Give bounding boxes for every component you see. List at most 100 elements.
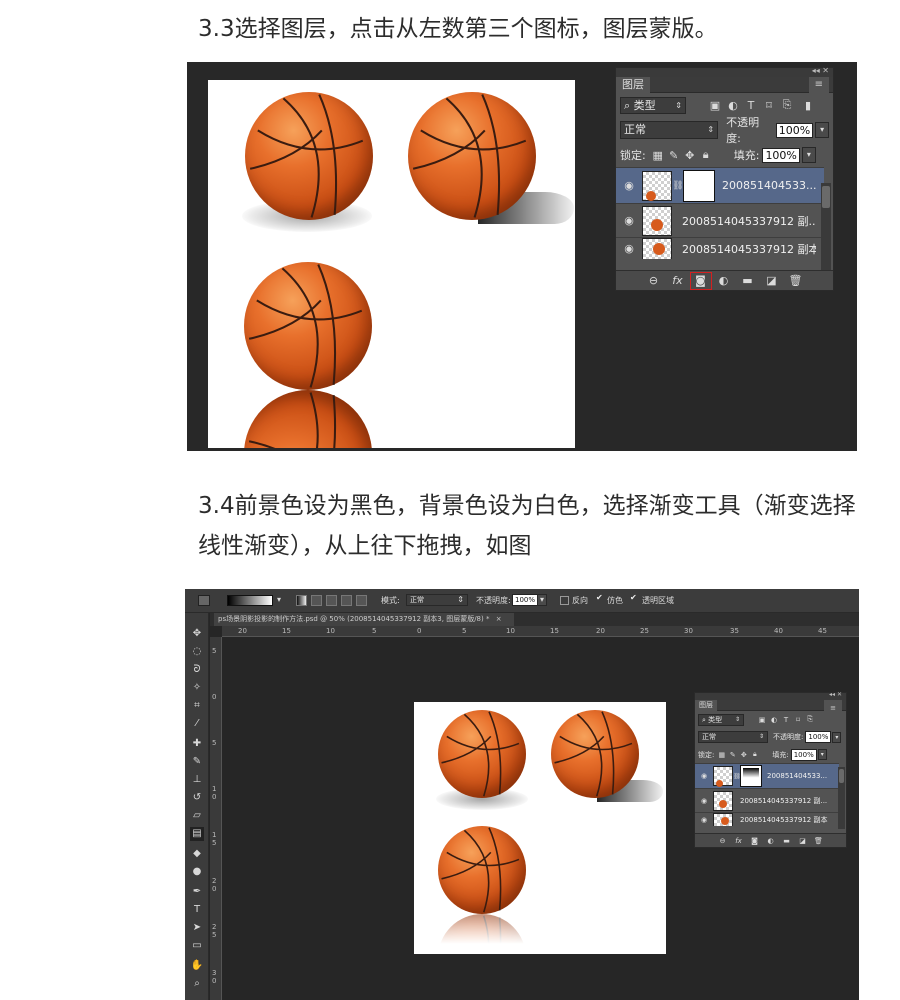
opacity-dropdown-icon[interactable]: ▾ bbox=[832, 731, 842, 743]
type-filter-icon[interactable]: T bbox=[742, 99, 760, 112]
adjustment-layer-icon[interactable]: ◐ bbox=[763, 837, 779, 845]
blend-mode-select[interactable]: 正常 ⇕ bbox=[698, 731, 768, 743]
eyedropper-tool-icon[interactable]: ⁄ bbox=[190, 717, 204, 731]
lasso-tool-icon[interactable]: ᘐ bbox=[190, 663, 204, 677]
new-group-icon[interactable]: ▬ bbox=[779, 837, 795, 845]
opacity-dropdown-icon[interactable]: ▾ bbox=[537, 594, 547, 606]
shape-filter-icon[interactable]: ⌑ bbox=[792, 716, 804, 724]
eraser-tool-icon[interactable]: ▱ bbox=[190, 809, 204, 823]
hand-tool-icon[interactable]: ✋ bbox=[190, 959, 204, 973]
lock-position-icon[interactable]: ✥ bbox=[738, 751, 749, 759]
lock-transparent-icon[interactable]: ▦ bbox=[650, 149, 666, 162]
type-tool-icon[interactable]: T bbox=[190, 903, 204, 917]
link-layers-icon[interactable]: ⊖ bbox=[642, 274, 666, 287]
angle-gradient-icon[interactable] bbox=[326, 595, 337, 606]
layers-tab[interactable]: 图层 bbox=[616, 77, 650, 93]
gradient-tool-icon[interactable]: ▤ bbox=[190, 827, 204, 841]
shape-tool-icon[interactable]: ▭ bbox=[190, 939, 204, 953]
layer-row-1[interactable]: ◉ ⛓ 200851404533... bbox=[695, 763, 839, 788]
gradient-tool-preset-icon[interactable] bbox=[198, 595, 210, 606]
mode-select[interactable]: 正常 ⇕ bbox=[406, 594, 468, 606]
layers-scrollbar[interactable] bbox=[838, 767, 845, 829]
add-layer-mask-icon[interactable]: ◙ bbox=[747, 837, 763, 845]
visibility-eye-icon[interactable]: ◉ bbox=[616, 179, 642, 192]
adjustment-filter-icon[interactable]: ◐ bbox=[768, 716, 780, 724]
pixel-filter-icon[interactable]: ▣ bbox=[756, 716, 768, 724]
add-layer-mask-icon[interactable]: ◙ bbox=[689, 271, 712, 290]
adjustment-filter-icon[interactable]: ◐ bbox=[724, 99, 742, 112]
smartobject-filter-icon[interactable]: ⎘ bbox=[778, 98, 796, 112]
blend-mode-select[interactable]: 正常 ⇕ bbox=[620, 121, 719, 139]
linear-gradient-icon[interactable] bbox=[296, 595, 307, 606]
dodge-tool-icon[interactable]: ● bbox=[190, 865, 204, 879]
filter-toggle-icon[interactable]: ▮ bbox=[802, 99, 814, 112]
lock-image-icon[interactable]: ✎ bbox=[666, 149, 682, 162]
layer-kind-filter[interactable]: ⌕ 类型 ⇕ bbox=[698, 713, 744, 726]
marquee-tool-icon[interactable]: ◌ bbox=[190, 645, 204, 659]
pen-tool-icon[interactable]: ✒ bbox=[190, 885, 204, 899]
fill-dropdown-icon[interactable]: ▾ bbox=[817, 749, 827, 760]
healing-tool-icon[interactable]: ✚ bbox=[190, 737, 204, 751]
crop-tool-icon[interactable]: ⌗ bbox=[190, 699, 204, 713]
dither-checkbox[interactable]: ✔ bbox=[596, 593, 603, 602]
history-brush-tool-icon[interactable]: ↺ bbox=[190, 791, 204, 805]
lock-transparent-icon[interactable]: ▦ bbox=[716, 751, 727, 759]
type-filter-icon[interactable]: T bbox=[780, 716, 792, 724]
delete-layer-icon[interactable]: 🗑︎ bbox=[811, 837, 827, 845]
shape-filter-icon[interactable]: ⌑ bbox=[760, 99, 778, 112]
adjustment-layer-icon[interactable]: ◐ bbox=[712, 274, 736, 287]
gradient-dropdown-icon[interactable]: ▾ bbox=[275, 595, 283, 604]
opacity-dropdown-icon[interactable]: ▾ bbox=[815, 122, 829, 138]
panel-menu-icon[interactable]: ≡ bbox=[808, 77, 829, 93]
document-tab[interactable]: ps场景阴影投影的制作方法.psd @ 50% (200851404533791… bbox=[214, 613, 514, 626]
reverse-checkbox[interactable] bbox=[560, 596, 569, 605]
new-layer-icon[interactable]: ◪ bbox=[760, 274, 784, 287]
visibility-eye-icon[interactable]: ◉ bbox=[695, 797, 713, 805]
opacity-input[interactable]: 100% bbox=[775, 122, 814, 138]
mask-link-icon[interactable]: ⛓ bbox=[672, 181, 684, 191]
layers-scrollbar[interactable] bbox=[821, 183, 831, 273]
layer-kind-filter[interactable]: ⌕ 类型 ⇕ bbox=[620, 96, 686, 114]
brush-tool-icon[interactable]: ✎ bbox=[190, 755, 204, 769]
layer-mask-thumbnail[interactable] bbox=[683, 169, 715, 202]
fx-icon[interactable]: fx bbox=[666, 274, 690, 287]
visibility-eye-icon[interactable]: ◉ bbox=[616, 214, 642, 227]
collapse-icon[interactable]: ◂◂ ✕ bbox=[812, 66, 829, 75]
link-layers-icon[interactable]: ⊖ bbox=[715, 837, 731, 845]
new-group-icon[interactable]: ▬ bbox=[736, 274, 760, 287]
layers-tab[interactable]: 图层 bbox=[695, 700, 717, 711]
document-canvas[interactable] bbox=[414, 702, 666, 954]
visibility-eye-icon[interactable]: ◉ bbox=[695, 816, 713, 824]
fx-icon[interactable]: fx bbox=[731, 837, 747, 845]
layer-row-3[interactable]: ◉ 2008514045337912 副本 bbox=[616, 237, 824, 259]
mask-link-icon[interactable]: ⛓ bbox=[733, 773, 741, 780]
layer-mask-thumbnail[interactable] bbox=[740, 765, 762, 787]
reflected-gradient-icon[interactable] bbox=[341, 595, 352, 606]
zoom-tool-icon[interactable]: ⌕ bbox=[190, 977, 204, 991]
layer-row-2[interactable]: ◉ 2008514045337912 副... bbox=[695, 788, 839, 812]
opacity-input[interactable]: 100% bbox=[805, 731, 832, 743]
quick-select-tool-icon[interactable]: ✧ bbox=[190, 681, 204, 695]
visibility-eye-icon[interactable]: ◉ bbox=[695, 772, 713, 780]
transparency-checkbox[interactable]: ✔ bbox=[630, 593, 637, 602]
lock-position-icon[interactable]: ✥ bbox=[682, 149, 698, 162]
fill-input[interactable]: 100% bbox=[762, 147, 800, 163]
pixel-filter-icon[interactable]: ▣ bbox=[706, 99, 724, 112]
move-tool-icon[interactable]: ✥ bbox=[190, 627, 204, 641]
close-tab-icon[interactable]: × bbox=[496, 615, 502, 623]
opacity-input[interactable]: 100% bbox=[512, 594, 539, 606]
clone-stamp-tool-icon[interactable]: ⊥ bbox=[190, 773, 204, 787]
gradient-preview[interactable] bbox=[227, 595, 273, 606]
layer-row-1[interactable]: ◉ ⛓ 200851404533... bbox=[616, 167, 824, 203]
diamond-gradient-icon[interactable] bbox=[356, 595, 367, 606]
collapse-icon[interactable]: ◂◂ ✕ bbox=[829, 691, 842, 698]
blur-tool-icon[interactable]: ◆ bbox=[190, 847, 204, 861]
lock-all-icon[interactable]: 🔒︎ bbox=[698, 148, 714, 162]
delete-layer-icon[interactable]: 🗑︎ bbox=[784, 274, 808, 287]
path-select-tool-icon[interactable]: ➤ bbox=[190, 921, 204, 935]
lock-image-icon[interactable]: ✎ bbox=[727, 751, 738, 759]
new-layer-icon[interactable]: ◪ bbox=[795, 837, 811, 845]
smartobject-filter-icon[interactable]: ⎘ bbox=[804, 715, 816, 724]
lock-all-icon[interactable]: 🔒︎ bbox=[749, 750, 760, 759]
fill-input[interactable]: 100% bbox=[790, 748, 817, 761]
